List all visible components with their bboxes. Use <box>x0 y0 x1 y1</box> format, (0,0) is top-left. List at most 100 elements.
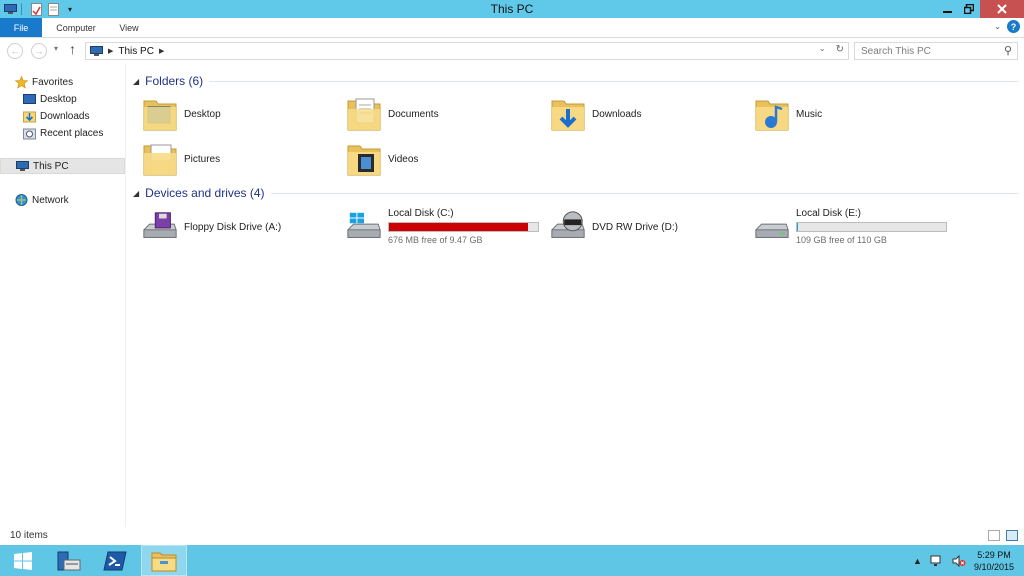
hard-drive-icon <box>754 208 790 246</box>
breadcrumb: ▶ This PC ▶ <box>86 45 164 57</box>
folder-desktop[interactable]: Desktop <box>142 94 221 134</box>
sidebar-item-recent-places[interactable]: Recent places <box>22 125 103 141</box>
tab-view[interactable]: View <box>108 18 150 37</box>
volume-muted-icon[interactable] <box>952 554 966 567</box>
computer-icon[interactable] <box>3 2 17 16</box>
taskbar-powershell[interactable] <box>92 545 138 576</box>
folders-group-header[interactable]: ◢ Folders (6) <box>133 72 1018 90</box>
sidebar-item-downloads[interactable]: Downloads <box>22 108 89 124</box>
forward-arrow-icon: → <box>34 46 44 56</box>
address-dropdown-icon[interactable]: ⌄ <box>819 44 826 55</box>
drive-floppy-a[interactable]: Floppy Disk Drive (A:) <box>142 207 281 247</box>
folder-documents[interactable]: Documents <box>346 94 439 134</box>
search-placeholder: Search This PC <box>861 45 931 57</box>
minimize-icon <box>942 10 952 13</box>
downloads-icon <box>22 109 36 123</box>
clock-time: 5:29 PM <box>977 549 1011 560</box>
window-title: This PC <box>490 2 534 16</box>
drive-local-c[interactable]: Local Disk (C:) 676 MB free of 9.47 GB <box>346 207 539 247</box>
desktop-icon <box>22 92 36 106</box>
new-folder-icon[interactable] <box>46 2 60 16</box>
breadcrumb-this-pc[interactable]: This PC <box>118 46 154 57</box>
item-count: 10 items <box>10 530 48 541</box>
folder-videos[interactable]: Videos <box>346 139 418 179</box>
taskbar-file-explorer[interactable] <box>141 545 187 576</box>
address-bar[interactable]: ▶ This PC ▶ ⌄ ↻ <box>85 42 849 60</box>
sidebar-item-desktop[interactable]: Desktop <box>22 91 77 107</box>
sidebar-label: Favorites <box>32 76 74 88</box>
sidebar-label: This PC <box>33 160 69 172</box>
customize-toolbar-icon[interactable]: ▾ <box>63 2 77 16</box>
clock-date: 9/10/2015 <box>973 561 1014 572</box>
qat-separator <box>21 3 22 15</box>
drive-usage-bar <box>388 222 539 232</box>
devices-group-header[interactable]: ◢ Devices and drives (4) <box>133 184 1018 202</box>
help-icon[interactable]: ? <box>1007 20 1020 33</box>
drive-label: Local Disk (E:) <box>796 208 862 219</box>
tiles-view-icon[interactable] <box>1006 530 1018 541</box>
windows-logo-icon <box>14 551 32 570</box>
up-arrow-icon[interactable]: ↑ <box>69 41 76 57</box>
breadcrumb-chevron-icon[interactable]: ▶ <box>108 47 113 55</box>
music-folder-icon <box>754 95 790 133</box>
folder-label: Downloads <box>592 108 642 120</box>
network-icon <box>14 193 28 207</box>
folder-downloads[interactable]: Downloads <box>550 94 641 134</box>
file-explorer-icon <box>151 552 177 571</box>
downloads-folder-icon <box>550 95 586 133</box>
drive-local-e[interactable]: Local Disk (E:) 109 GB free of 110 GB <box>754 207 947 247</box>
dvd-drive-icon <box>550 208 586 246</box>
drive-label: DVD RW Drive (D:) <box>592 221 678 233</box>
taskbar-server-manager[interactable] <box>46 545 92 576</box>
drive-free-space: 676 MB free of 9.47 GB <box>388 235 483 245</box>
content-pane: ◢ Folders (6) Desktop Documents Download… <box>127 63 1024 527</box>
close-icon <box>997 4 1007 14</box>
title-bar: ▾ This PC <box>0 0 1024 18</box>
close-button[interactable] <box>980 0 1024 18</box>
powershell-icon <box>103 551 127 570</box>
breadcrumb-chevron-icon[interactable]: ▶ <box>159 47 164 55</box>
sidebar-label: Desktop <box>40 93 77 105</box>
group-divider <box>209 80 1018 82</box>
drive-dvd-d[interactable]: DVD RW Drive (D:) <box>550 207 678 247</box>
windows-drive-icon <box>346 208 382 246</box>
sidebar-item-network[interactable]: Network <box>14 192 69 208</box>
drive-usage-fill <box>797 223 799 231</box>
collapse-triangle-icon[interactable]: ◢ <box>133 77 139 86</box>
sidebar-item-favorites[interactable]: Favorites <box>14 74 73 90</box>
folder-pictures[interactable]: Pictures <box>142 139 220 179</box>
ribbon-right-controls: ⌄ ? <box>994 20 1020 33</box>
taskbar: ▲ 5:29 PM 9/10/2015 <box>0 545 1024 576</box>
folder-music[interactable]: Music <box>754 94 822 134</box>
search-icon[interactable]: ⚲ <box>1004 44 1012 57</box>
group-title: Devices and drives (4) <box>145 186 265 200</box>
network-status-icon[interactable] <box>930 555 944 567</box>
folder-label: Videos <box>388 153 419 165</box>
recent-locations-icon[interactable]: ▾ <box>54 44 58 53</box>
expand-ribbon-icon[interactable]: ⌄ <box>994 22 1001 31</box>
start-button[interactable] <box>0 545 46 576</box>
clock[interactable]: 5:29 PM 9/10/2015 <box>974 549 1014 573</box>
collapse-triangle-icon[interactable]: ◢ <box>133 189 139 198</box>
forward-button[interactable]: → <box>31 43 47 59</box>
properties-icon[interactable] <box>29 2 43 16</box>
this-pc-icon <box>15 159 29 173</box>
search-input[interactable]: Search This PC ⚲ <box>854 42 1018 60</box>
sidebar-item-this-pc[interactable]: This PC <box>0 158 125 174</box>
desktop-folder-icon <box>142 95 178 133</box>
show-hidden-icons-icon[interactable]: ▲ <box>913 556 922 566</box>
status-bar: 10 items <box>0 527 1024 545</box>
tab-computer[interactable]: Computer <box>46 18 106 37</box>
back-arrow-icon: ← <box>10 46 20 56</box>
minimize-button[interactable] <box>936 0 958 18</box>
back-button[interactable]: ← <box>7 43 23 59</box>
sidebar-label: Network <box>32 194 69 206</box>
ribbon: File Computer View ⌄ ? <box>0 18 1024 38</box>
drive-free-space: 109 GB free of 110 GB <box>796 235 887 245</box>
details-view-icon[interactable] <box>988 530 1000 541</box>
folder-label: Desktop <box>184 108 221 120</box>
restore-button[interactable] <box>958 0 980 18</box>
refresh-icon[interactable]: ↻ <box>836 44 844 55</box>
tab-file[interactable]: File <box>0 18 42 37</box>
drive-usage-fill <box>389 223 528 231</box>
